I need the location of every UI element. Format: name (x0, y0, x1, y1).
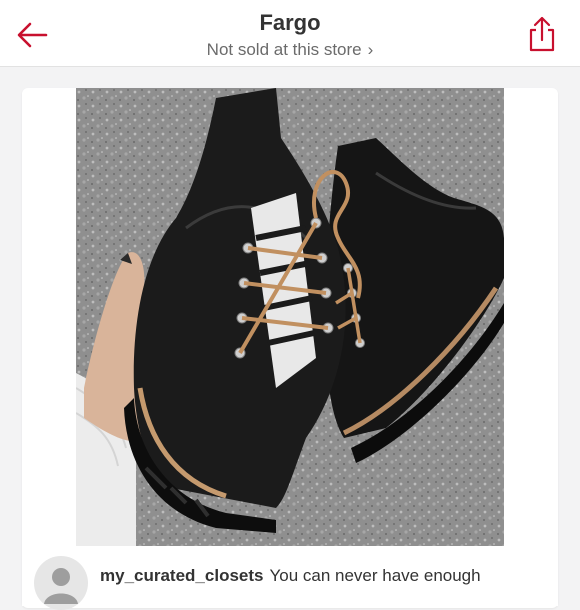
comment-text: my_curated_closets You can never have eno… (100, 566, 560, 586)
chevron-right-icon: › (367, 40, 374, 59)
share-button[interactable] (526, 14, 558, 54)
top-bar: Fargo Not sold at this store › (0, 0, 580, 67)
username-link[interactable]: my_curated_closets (100, 566, 263, 585)
user-icon (44, 568, 78, 604)
product-photo[interactable] (76, 88, 504, 546)
post-card: my_curated_closets You can never have eno… (22, 88, 560, 610)
avatar[interactable] (34, 556, 88, 610)
availability-text: Not sold at this store (206, 40, 362, 59)
comment-body: You can never have enough (269, 566, 481, 585)
page-title: Fargo (259, 10, 321, 35)
store-availability-link[interactable]: Not sold at this store › (0, 40, 580, 60)
comment-row: my_curated_closets You can never have eno… (22, 546, 560, 610)
share-icon (529, 16, 555, 52)
